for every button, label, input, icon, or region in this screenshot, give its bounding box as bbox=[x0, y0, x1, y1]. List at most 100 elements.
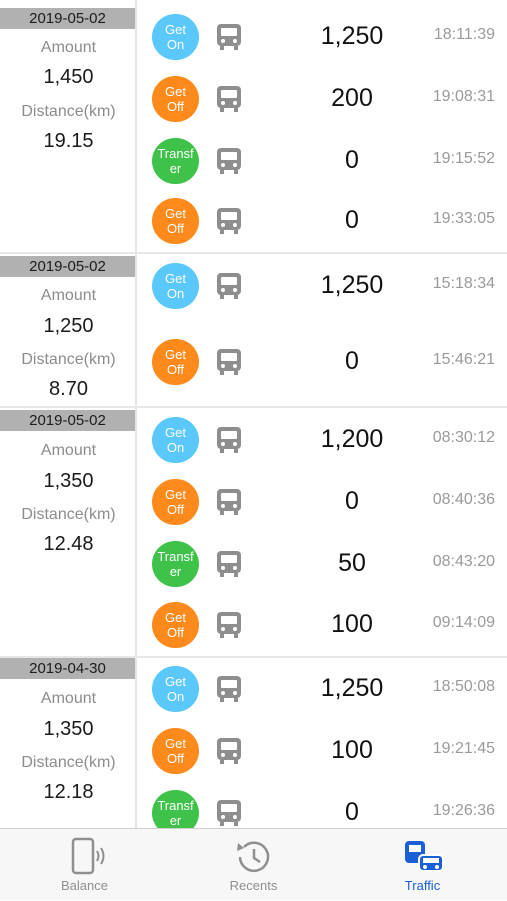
trip-row[interactable]: Get On 1,200 08:30:12 bbox=[140, 409, 507, 471]
fare-amount: 0 bbox=[345, 487, 359, 515]
bus-icon bbox=[217, 148, 241, 174]
amount-label: Amount bbox=[40, 287, 97, 304]
trip-group: 2019-05-02 Amount 1,450 Distance(km) 19.… bbox=[0, 0, 507, 254]
get-off-badge: Get Off bbox=[152, 76, 199, 122]
trip-row[interactable]: Get Off 200 19:08:31 bbox=[140, 68, 507, 130]
get-off-badge: Get Off bbox=[152, 728, 199, 774]
phone-nfc-icon bbox=[71, 837, 104, 875]
trip-row[interactable]: Get Off 100 09:14:09 bbox=[140, 594, 507, 656]
trip-row[interactable]: Get Off 100 19:21:45 bbox=[140, 720, 507, 782]
tap-time: 19:15:52 bbox=[432, 150, 495, 167]
tap-time: 08:40:36 bbox=[432, 491, 495, 508]
distance-label: Distance(km) bbox=[21, 351, 116, 368]
get-off-badge: Get Off bbox=[152, 339, 199, 385]
tap-time: 09:14:09 bbox=[432, 614, 495, 631]
fare-amount: 50 bbox=[338, 549, 366, 577]
trip-row[interactable]: Get Off 0 15:46:21 bbox=[140, 331, 507, 393]
trip-row[interactable]: Get Off 0 08:40:36 bbox=[140, 471, 507, 533]
trip-group: 2019-05-02 Amount 1,250 Distance(km) 8.7… bbox=[0, 254, 507, 408]
fare-amount: 0 bbox=[345, 347, 359, 375]
bus-icon bbox=[217, 208, 241, 234]
fare-amount: 100 bbox=[331, 736, 373, 764]
tap-time: 19:26:36 bbox=[432, 802, 495, 819]
trip-summary: 2019-05-02 Amount 1,450 Distance(km) 19.… bbox=[0, 0, 137, 252]
bus-icon bbox=[217, 489, 241, 515]
tab-bar: Balance Recents Traffic bbox=[0, 828, 507, 900]
distance-label: Distance(km) bbox=[21, 754, 116, 771]
transfer-badge: Transf er bbox=[152, 790, 199, 828]
amount-value: 1,450 bbox=[43, 66, 94, 88]
trip-date: 2019-04-30 bbox=[0, 658, 135, 679]
tap-time: 19:33:05 bbox=[432, 210, 495, 227]
bus-icon bbox=[217, 427, 241, 453]
traffic-icon bbox=[404, 841, 444, 872]
trip-history-list[interactable]: 2019-05-02 Amount 1,450 Distance(km) 19.… bbox=[0, 0, 507, 828]
tap-time: 15:18:34 bbox=[432, 275, 495, 292]
tap-time: 15:46:21 bbox=[432, 351, 495, 368]
tab-label: Traffic bbox=[404, 878, 441, 893]
trip-row[interactable]: Get On 1,250 15:18:34 bbox=[140, 255, 507, 317]
get-on-badge: Get On bbox=[152, 417, 199, 463]
fare-amount: 200 bbox=[331, 84, 373, 112]
amount-label: Amount bbox=[40, 442, 97, 459]
trip-summary: 2019-04-30 Amount 1,350 Distance(km) 12.… bbox=[0, 658, 137, 828]
trip-row[interactable]: Transf er 0 19:15:52 bbox=[140, 130, 507, 192]
amount-value: 1,350 bbox=[43, 718, 94, 740]
get-on-badge: Get On bbox=[152, 263, 199, 309]
tab-balance[interactable]: Balance bbox=[0, 829, 169, 901]
fare-amount: 1,250 bbox=[320, 674, 384, 702]
bus-icon bbox=[217, 738, 241, 764]
tap-time: 19:21:45 bbox=[432, 740, 495, 757]
trip-date: 2019-05-02 bbox=[0, 8, 135, 29]
bus-icon bbox=[217, 349, 241, 375]
amount-value: 1,250 bbox=[43, 315, 94, 337]
tap-time: 19:08:31 bbox=[432, 88, 495, 105]
fare-amount: 1,250 bbox=[320, 271, 384, 299]
bus-icon bbox=[217, 676, 241, 702]
trip-summary: 2019-05-02 Amount 1,250 Distance(km) 8.7… bbox=[0, 254, 137, 406]
trip-group: 2019-05-02 Amount 1,350 Distance(km) 12.… bbox=[0, 408, 507, 658]
distance-label: Distance(km) bbox=[21, 506, 116, 523]
amount-label: Amount bbox=[40, 39, 97, 56]
get-off-badge: Get Off bbox=[152, 479, 199, 525]
distance-label: Distance(km) bbox=[21, 103, 116, 120]
get-off-badge: Get Off bbox=[152, 198, 199, 244]
transfer-badge: Transf er bbox=[152, 138, 199, 184]
bus-icon bbox=[217, 800, 241, 826]
tap-time: 18:11:39 bbox=[433, 26, 495, 43]
fare-amount: 100 bbox=[331, 610, 373, 638]
trip-group: 2019-04-30 Amount 1,350 Distance(km) 12.… bbox=[0, 658, 507, 828]
get-on-badge: Get On bbox=[152, 666, 199, 712]
distance-value: 19.15 bbox=[43, 130, 94, 152]
fare-amount: 0 bbox=[345, 206, 359, 234]
bus-icon bbox=[217, 86, 241, 112]
tab-recents[interactable]: Recents bbox=[169, 829, 338, 901]
trip-date: 2019-05-02 bbox=[0, 256, 135, 277]
fare-amount: 1,200 bbox=[320, 425, 384, 453]
amount-label: Amount bbox=[40, 690, 97, 707]
tap-time: 08:43:20 bbox=[432, 553, 495, 570]
history-icon bbox=[236, 841, 269, 873]
get-on-badge: Get On bbox=[152, 14, 199, 60]
trip-date: 2019-05-02 bbox=[0, 410, 135, 431]
bus-icon bbox=[217, 273, 241, 299]
get-off-badge: Get Off bbox=[152, 602, 199, 648]
tap-time: 18:50:08 bbox=[432, 678, 495, 695]
trip-row[interactable]: Get On 1,250 18:50:08 bbox=[140, 658, 507, 720]
trip-row[interactable]: Get On 1,250 18:11:39 bbox=[140, 6, 507, 68]
trip-row[interactable]: Get Off 0 19:33:05 bbox=[140, 190, 507, 252]
bus-icon bbox=[217, 24, 241, 50]
trip-row[interactable]: Transf er 0 19:26:36 bbox=[140, 782, 507, 828]
fare-amount: 0 bbox=[345, 146, 359, 174]
tap-time: 08:30:12 bbox=[432, 429, 495, 446]
distance-value: 12.48 bbox=[43, 533, 94, 555]
distance-value: 12.18 bbox=[43, 781, 94, 803]
trip-summary: 2019-05-02 Amount 1,350 Distance(km) 12.… bbox=[0, 408, 137, 656]
fare-amount: 0 bbox=[345, 798, 359, 826]
tab-label: Recents bbox=[229, 878, 278, 893]
amount-value: 1,350 bbox=[43, 470, 94, 492]
trip-row[interactable]: Transf er 50 08:43:20 bbox=[140, 533, 507, 595]
tab-traffic[interactable]: Traffic bbox=[338, 829, 507, 901]
distance-value: 8.70 bbox=[49, 378, 88, 400]
bus-icon bbox=[217, 612, 241, 638]
